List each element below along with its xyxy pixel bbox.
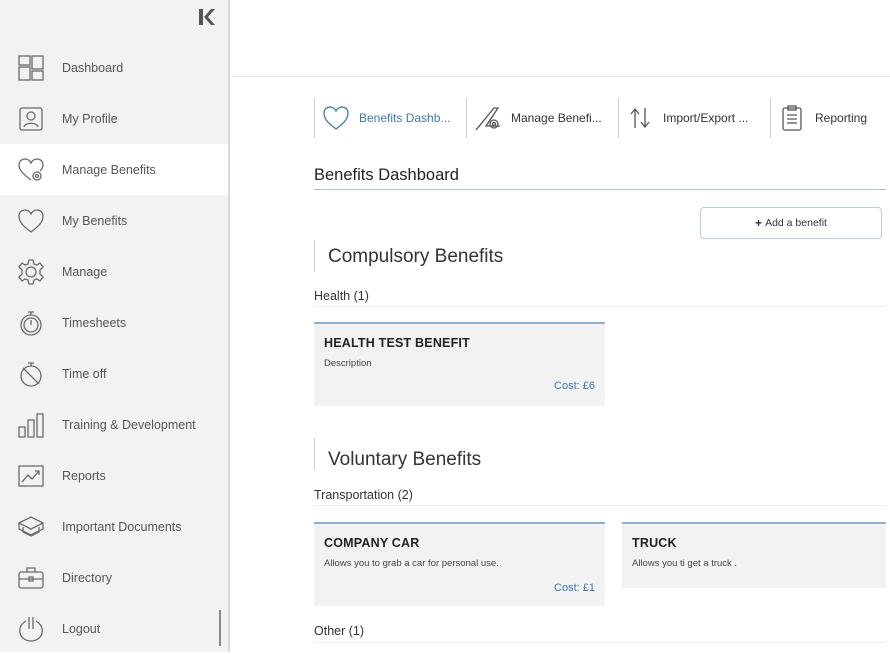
power-icon	[16, 614, 46, 644]
sidebar-item-directory[interactable]: Directory	[0, 552, 228, 603]
logo-icon[interactable]	[196, 6, 218, 28]
sidebar-item-time-off[interactable]: Time off	[0, 348, 228, 399]
manage-benefits-icon	[473, 103, 503, 133]
sidebar-item-label: My Benefits	[62, 213, 128, 228]
title-divider	[314, 189, 886, 190]
tab-label: Benefits Dashb...	[359, 111, 451, 125]
card-title: COMPANY CAR	[324, 536, 420, 550]
clipboard-icon	[777, 103, 807, 133]
card-cost: Cost: £1	[554, 582, 595, 594]
sidebar-item-label: Directory	[62, 570, 113, 585]
section-title-voluntary: Voluntary Benefits	[328, 449, 482, 470]
briefcase-icon	[16, 563, 46, 593]
group-label-other: Other (1)	[314, 624, 365, 638]
documents-icon	[16, 512, 46, 542]
sidebar-item-timesheets[interactable]: Timesheets	[0, 297, 228, 348]
tab-reporting[interactable]: Reporting	[770, 98, 890, 138]
import-export-icon	[625, 103, 655, 133]
heart-icon	[321, 103, 351, 133]
section-title-compulsory: Compulsory Benefits	[328, 246, 504, 267]
bar-chart-icon	[16, 410, 46, 440]
card-description: Description	[324, 358, 372, 369]
sidebar-item-reports[interactable]: Reports	[0, 450, 228, 501]
sidebar-item-label: Reports	[62, 468, 106, 483]
sidebar-nav: Dashboard My Profile Manage Benefits My …	[0, 42, 228, 654]
group-divider	[314, 505, 886, 506]
tab-manage-benefits[interactable]: Manage Benefi...	[466, 98, 618, 138]
sidebar-item-label: Manage	[62, 264, 108, 279]
group-label-transportation: Transportation (2)	[314, 488, 413, 502]
sidebar-item-label: Manage Benefits	[62, 162, 156, 177]
sidebar-item-label: My Profile	[62, 111, 118, 126]
stopwatch-icon	[16, 308, 46, 338]
sidebar-item-my-profile[interactable]: My Profile	[0, 93, 228, 144]
sidebar-item-logout[interactable]: Logout	[0, 603, 228, 654]
header-divider	[232, 76, 890, 77]
dashboard-icon	[16, 53, 46, 83]
section-marker	[314, 438, 315, 470]
sidebar-item-label: Dashboard	[62, 60, 124, 75]
group-label-health: Health (1)	[314, 289, 369, 303]
sidebar: Dashboard My Profile Manage Benefits My …	[0, 0, 230, 652]
section-marker	[314, 240, 315, 272]
card-description: Allows you ti get a truck .	[632, 558, 738, 569]
group-divider	[314, 306, 886, 307]
sidebar-item-important-documents[interactable]: Important Documents	[0, 501, 228, 552]
sidebar-item-manage[interactable]: Manage	[0, 246, 228, 297]
tab-benefits-dashboard[interactable]: Benefits Dashb...	[314, 98, 466, 138]
card-title: TRUCK	[632, 536, 677, 550]
sidebar-item-label: Timesheets	[62, 315, 127, 330]
benefit-card-truck[interactable]: TRUCK Allows you ti get a truck .	[622, 522, 886, 588]
page-title: Benefits Dashboard	[314, 166, 459, 184]
sidebar-item-label: Important Documents	[62, 519, 182, 534]
profile-icon	[16, 104, 46, 134]
stopwatch-off-icon	[16, 359, 46, 389]
add-benefit-button[interactable]: + Add a benefit	[700, 207, 882, 239]
sidebar-scrollbar[interactable]	[219, 610, 221, 646]
heart-icon	[16, 206, 46, 236]
tab-label: Reporting	[815, 111, 868, 125]
sidebar-item-label: Time off	[62, 366, 107, 381]
benefits-tabs: Benefits Dashb... Manage Benefi... Impor…	[314, 98, 890, 138]
add-benefit-label: Add a benefit	[765, 217, 827, 229]
card-cost: Cost: £6	[554, 380, 595, 392]
benefit-card-health-test[interactable]: HEALTH TEST BENEFIT Description Cost: £6	[314, 322, 605, 406]
sidebar-item-my-benefits[interactable]: My Benefits	[0, 195, 228, 246]
gear-icon	[16, 257, 46, 287]
sidebar-item-dashboard[interactable]: Dashboard	[0, 42, 228, 93]
tab-import-export[interactable]: Import/Export ...	[618, 98, 770, 138]
reports-icon	[16, 461, 46, 491]
tab-label: Import/Export ...	[663, 111, 749, 125]
tab-label: Manage Benefi...	[511, 111, 602, 125]
sidebar-item-label: Training & Development	[62, 417, 196, 432]
plus-icon: +	[755, 216, 763, 230]
sidebar-item-training[interactable]: Training & Development	[0, 399, 228, 450]
manage-benefits-icon	[16, 155, 46, 185]
sidebar-item-label: Logout	[62, 621, 101, 636]
benefit-card-company-car[interactable]: COMPANY CAR Allows you to grab a car for…	[314, 522, 605, 606]
card-title: HEALTH TEST BENEFIT	[324, 336, 470, 350]
sidebar-item-manage-benefits[interactable]: Manage Benefits	[0, 144, 228, 195]
group-divider	[314, 642, 886, 643]
card-description: Allows you to grab a car for personal us…	[324, 558, 499, 569]
